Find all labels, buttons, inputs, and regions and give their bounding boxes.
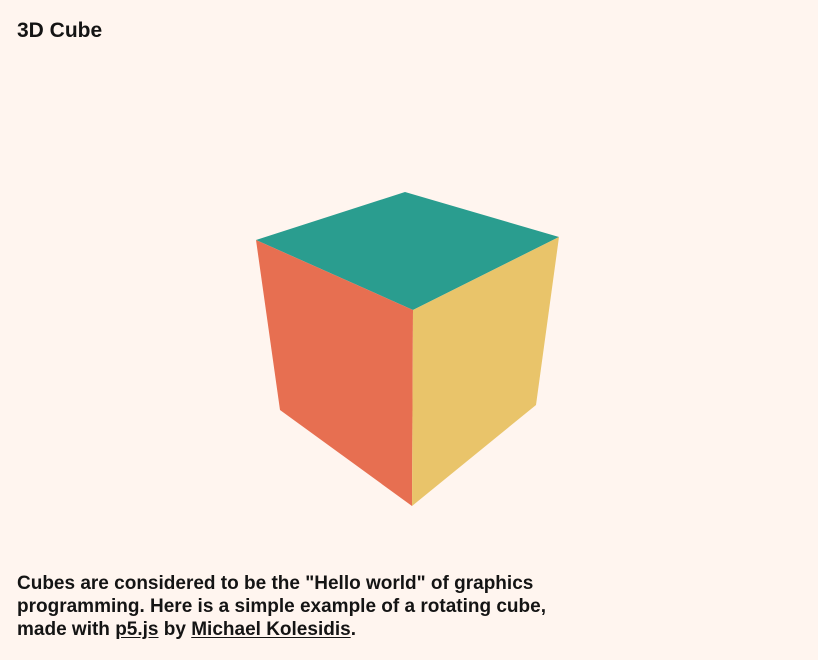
description: Cubes are considered to be the "Hello wo… [17, 572, 577, 641]
description-by: by [158, 619, 192, 640]
description-end: . [350, 619, 356, 640]
p5js-link[interactable]: p5.js [115, 619, 158, 640]
cube-canvas [256, 192, 559, 506]
author-link[interactable]: Michael Kolesidis [191, 619, 350, 640]
page: 3D Cube Cubes are considered to be the "… [0, 0, 818, 660]
